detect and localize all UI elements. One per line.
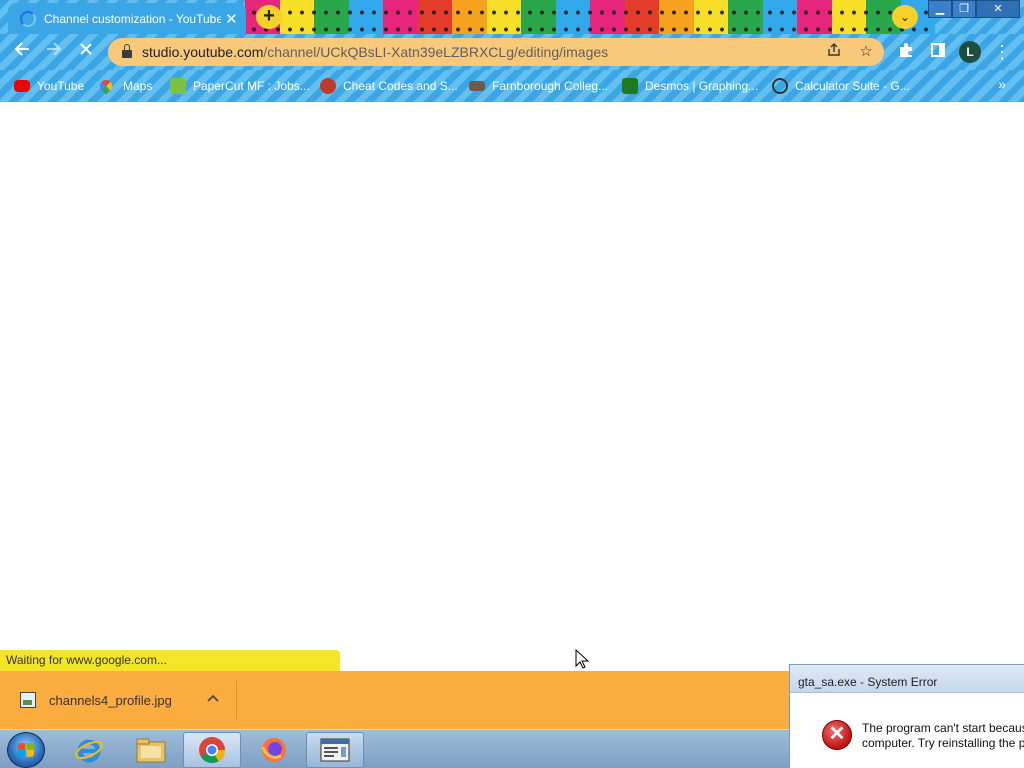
- desmos-icon: [622, 78, 638, 94]
- menu-kebab-icon[interactable]: ⋮: [990, 40, 1014, 64]
- url-path: /channel/UCkQBsLI-Xatn39eLZBRXCLg/editin…: [263, 44, 609, 60]
- status-bubble: Waiting for www.google.com...: [0, 650, 340, 671]
- minimize-button[interactable]: ▁: [928, 0, 952, 18]
- browser-toolbar: studio.youtube.com/channel/UCkQBsLI-Xatn…: [0, 34, 1024, 70]
- folder-icon: [136, 738, 166, 763]
- chrome-icon: [199, 737, 226, 764]
- windows-taskbar: [0, 729, 789, 768]
- mouse-cursor-icon: [575, 649, 589, 669]
- bookmark-label: Desmos | Graphing...: [645, 79, 759, 93]
- file-explorer-taskbar-button[interactable]: [122, 732, 180, 768]
- stop-loading-button[interactable]: [74, 40, 98, 64]
- extensions-puzzle-icon[interactable]: [894, 40, 918, 64]
- tab-search-button[interactable]: ⌄: [892, 5, 918, 29]
- url-host: studio.youtube.com: [142, 44, 264, 60]
- loading-spinner-icon: [20, 10, 36, 27]
- tab-title: Channel customization - YouTube Studio: [44, 11, 221, 26]
- bookmark-papercut[interactable]: PaperCut MF : Jobs...: [170, 76, 310, 96]
- restore-button[interactable]: ❐: [952, 0, 976, 18]
- firefox-taskbar-button[interactable]: [245, 732, 303, 768]
- maps-icon: [97, 77, 115, 95]
- error-x-icon: ✕: [822, 720, 852, 750]
- address-bar[interactable]: studio.youtube.com/channel/UCkQBsLI-Xatn…: [108, 38, 884, 66]
- divider: [236, 681, 237, 719]
- college-icon: [469, 81, 485, 91]
- bookmark-calculator-suite[interactable]: Calculator Suite - G...: [772, 76, 910, 96]
- bookmark-star-icon[interactable]: ☆: [856, 42, 876, 62]
- chevron-up-icon[interactable]: [205, 691, 221, 705]
- forward-arrow-icon: [47, 42, 62, 56]
- youtube-icon: [14, 80, 30, 92]
- google-chrome-taskbar-button[interactable]: [183, 732, 241, 768]
- lock-icon[interactable]: [122, 44, 132, 58]
- bookmark-youtube[interactable]: YouTube: [14, 76, 84, 96]
- system-error-dialog[interactable]: gta_sa.exe - System Error ✕ The program …: [789, 664, 1024, 768]
- share-icon[interactable]: [824, 42, 844, 62]
- firefox-icon: [261, 738, 286, 762]
- window-app-icon: [320, 738, 350, 762]
- bookmark-label: Maps: [123, 79, 153, 93]
- back-arrow-icon: [14, 42, 29, 56]
- start-button[interactable]: [7, 732, 45, 768]
- error-message-line: computer. Try reinstalling the p: [862, 736, 1024, 750]
- bookmark-label: Cheat Codes and S...: [343, 79, 458, 93]
- back-button[interactable]: [10, 40, 34, 64]
- bookmark-label: Farnborough Colleg...: [492, 79, 609, 93]
- internet-explorer-icon: [75, 739, 103, 763]
- bookmark-label: Calculator Suite - G...: [795, 79, 910, 93]
- close-window-button[interactable]: ✕: [976, 0, 1020, 18]
- new-tab-button[interactable]: +: [256, 5, 282, 29]
- theme-dots: [245, 0, 935, 34]
- error-message-line: The program can't start becaus: [862, 721, 1024, 735]
- tab-channel-customization[interactable]: Channel customization - YouTube Studio ✕: [8, 3, 246, 34]
- error-message: The program can't start becaus computer.…: [862, 721, 1024, 751]
- bookmark-cheat-codes[interactable]: Cheat Codes and S...: [320, 76, 458, 96]
- window-taskbar-button[interactable]: [306, 732, 364, 768]
- cheatcodes-icon: [320, 78, 336, 94]
- profile-avatar[interactable]: L: [959, 41, 981, 63]
- forward-button[interactable]: [42, 40, 66, 64]
- tab-close-icon[interactable]: ✕: [225, 10, 238, 28]
- bookmarks-bar: YouTube Maps PaperCut MF : Jobs... Cheat…: [0, 70, 1024, 102]
- page-content: [0, 102, 1024, 670]
- image-file-icon: [20, 692, 36, 708]
- bookmark-desmos[interactable]: Desmos | Graphing...: [622, 76, 758, 96]
- geogebra-icon: [772, 78, 788, 94]
- download-file-name: channels4_profile.jpg: [49, 692, 172, 708]
- internet-explorer-taskbar-button[interactable]: [60, 732, 118, 768]
- download-item[interactable]: channels4_profile.jpg: [0, 671, 236, 729]
- tab-strip: Channel customization - YouTube Studio ✕…: [0, 0, 1024, 34]
- bookmarks-overflow-icon[interactable]: »: [994, 76, 1010, 92]
- side-panel-icon[interactable]: [926, 40, 950, 64]
- papercut-icon: [170, 78, 186, 94]
- bookmark-label: PaperCut MF : Jobs...: [193, 79, 310, 93]
- stop-icon: [80, 43, 92, 55]
- bookmark-maps[interactable]: Maps: [97, 76, 153, 96]
- bookmark-farnborough[interactable]: Farnborough Colleg...: [469, 76, 608, 96]
- dialog-title[interactable]: gta_sa.exe - System Error: [790, 665, 1024, 693]
- bookmark-label: YouTube: [37, 79, 85, 93]
